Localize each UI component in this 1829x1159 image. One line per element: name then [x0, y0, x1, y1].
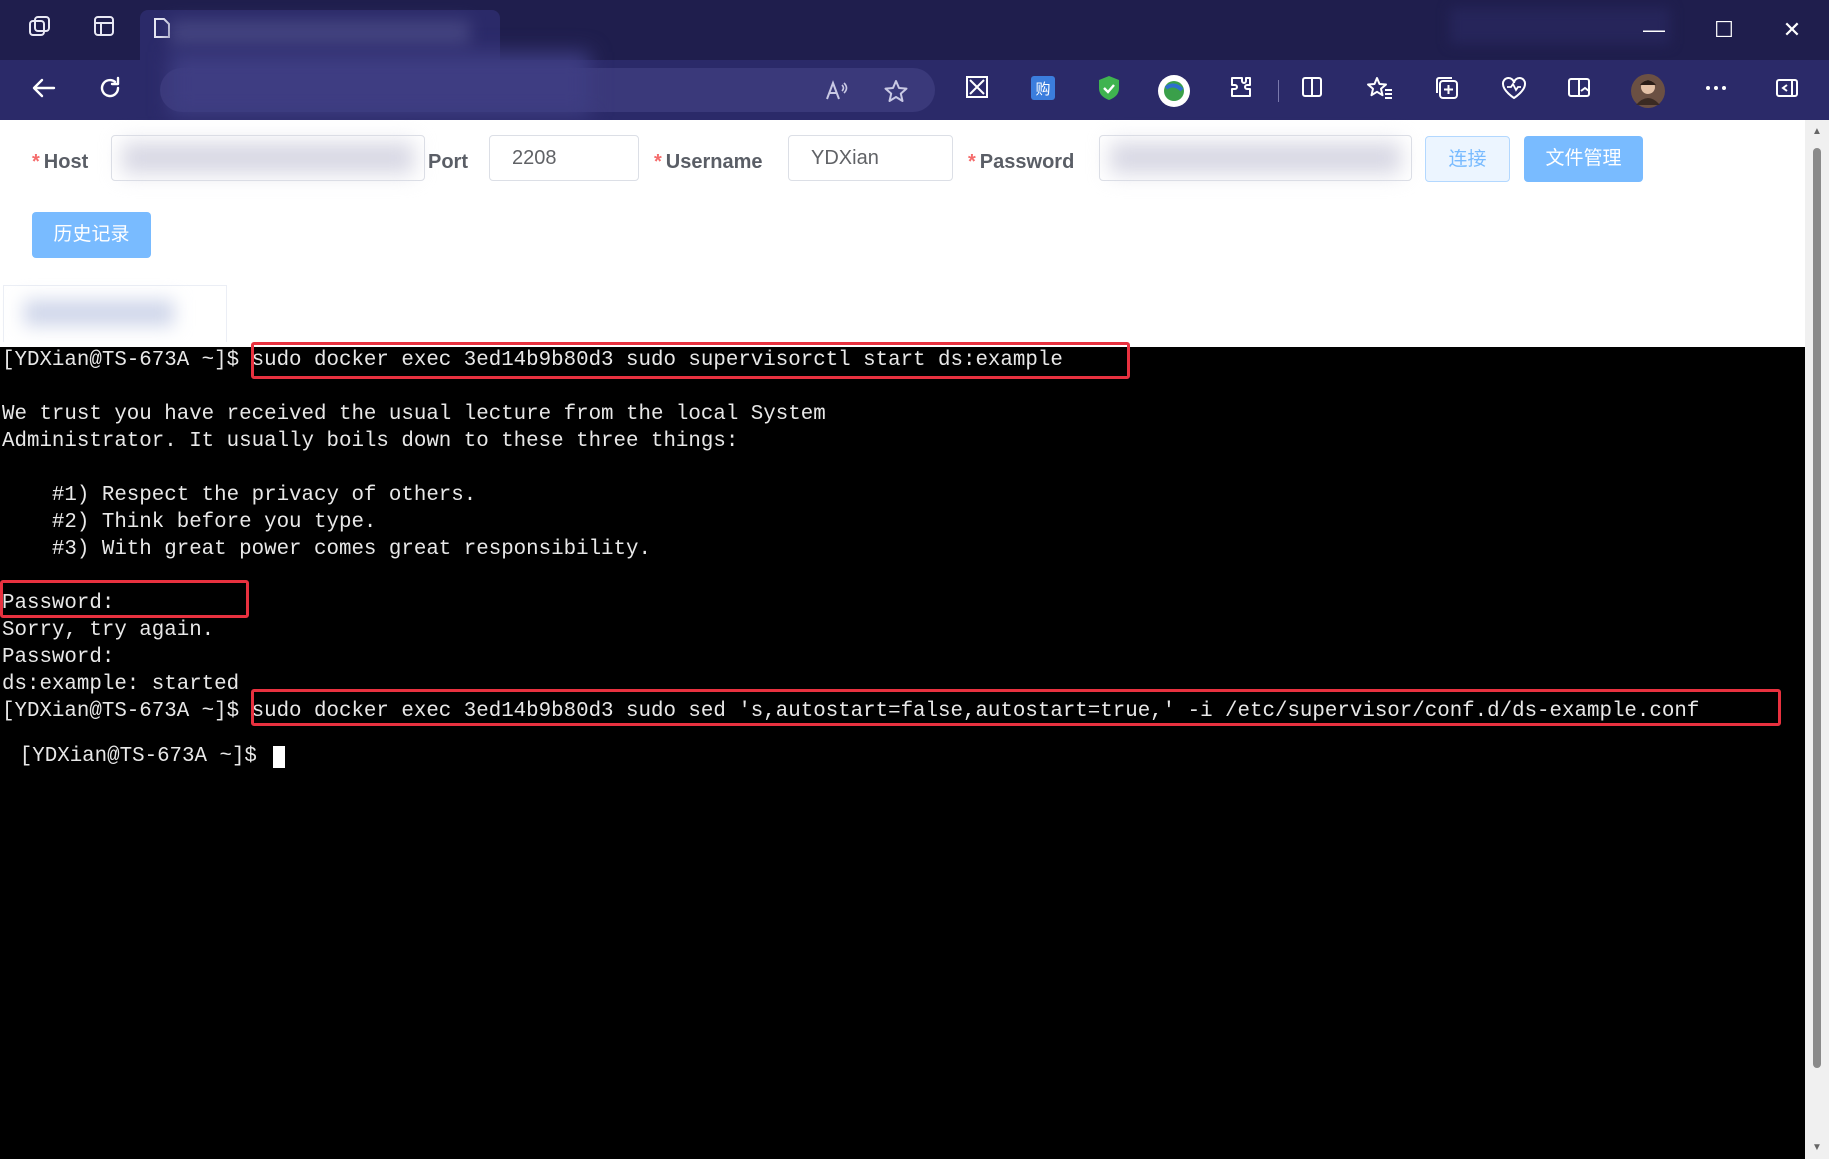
blurred-host-value — [122, 142, 414, 174]
port-input[interactable]: 2208 — [489, 135, 639, 181]
terminal-line: ds:example: started — [2, 673, 240, 696]
extensions-puzzle-icon[interactable] — [1224, 74, 1258, 108]
history-button[interactable]: 历史记录 — [32, 212, 151, 258]
terminal-line: Password: — [2, 646, 115, 669]
username-input[interactable]: YDXian — [788, 135, 953, 181]
terminal-prompt-line: [YDXian@TS-673A ~]$ — [2, 725, 286, 768]
required-mark: * — [654, 151, 662, 173]
terminal-cursor — [273, 745, 286, 768]
browser-essentials-icon[interactable] — [1497, 74, 1531, 108]
back-icon[interactable] — [27, 74, 61, 108]
minimize-button[interactable]: — — [1634, 12, 1674, 48]
education-icon[interactable] — [1562, 74, 1596, 108]
host-label: * Host — [32, 151, 89, 173]
browser-toolbar: 购 — [0, 52, 1829, 120]
globe-extension-icon[interactable] — [1157, 74, 1191, 108]
browser-titlebar: — ☐ ✕ — [0, 0, 1829, 60]
terminal-line: #1) Respect the privacy of others. — [2, 484, 477, 507]
username-label: * Username — [654, 151, 763, 173]
shield-extension-icon[interactable] — [1092, 74, 1126, 108]
more-options-icon[interactable] — [1699, 74, 1733, 108]
workspaces-icon[interactable] — [24, 14, 56, 46]
shopping-extension-icon[interactable]: 购 — [1026, 74, 1060, 108]
blurred-session-tab-label — [24, 300, 174, 326]
sidebar-toggle-icon[interactable] — [1770, 74, 1804, 108]
blurred-password-value — [1110, 142, 1401, 174]
terminal-line: [YDXian@TS-673A ~]$ — [19, 745, 270, 768]
terminal-line: We trust you have received the usual lec… — [2, 403, 826, 426]
address-bar[interactable] — [160, 52, 935, 116]
page-scrollbar[interactable]: ▲ ▼ — [1805, 120, 1829, 1159]
password-label: * Password — [968, 151, 1075, 173]
favorite-star-icon[interactable] — [883, 78, 909, 104]
session-tab[interactable] — [3, 285, 227, 342]
refresh-icon[interactable] — [93, 74, 127, 108]
scroll-thumb[interactable] — [1813, 148, 1821, 1068]
split-screen-icon[interactable] — [1295, 74, 1329, 108]
terminal-line: Administrator. It usually boils down to … — [2, 430, 739, 453]
highlight-box-command-1 — [251, 342, 1130, 379]
highlight-box-password — [0, 580, 249, 618]
collections-icon[interactable] — [1430, 74, 1464, 108]
close-button[interactable]: ✕ — [1772, 12, 1812, 48]
toolbar-separator — [1278, 80, 1279, 102]
port-label: Port — [428, 151, 468, 173]
terminal-line: #2) Think before you type. — [2, 511, 377, 534]
read-aloud-icon[interactable] — [823, 78, 849, 104]
terminal-line: Sorry, try again. — [2, 619, 215, 642]
scroll-up-arrow-icon[interactable]: ▲ — [1809, 126, 1825, 137]
terminal-line: #3) With great power comes great respons… — [2, 538, 651, 561]
connect-button[interactable]: 连接 — [1425, 136, 1510, 182]
screenshot-extension-icon[interactable] — [960, 74, 994, 108]
host-input[interactable] — [111, 135, 425, 181]
tab-actions-icon[interactable] — [88, 14, 120, 46]
maximize-button[interactable]: ☐ — [1704, 12, 1744, 48]
file-manager-button[interactable]: 文件管理 — [1524, 136, 1643, 182]
required-mark: * — [32, 151, 40, 173]
svg-text:购: 购 — [1035, 80, 1050, 98]
terminal[interactable]: [YDXian@TS-673A ~]$ sudo docker exec 3ed… — [0, 342, 1805, 1159]
highlight-box-command-2 — [251, 689, 1781, 726]
password-input[interactable] — [1099, 135, 1412, 181]
blurred-tab-title — [170, 20, 470, 46]
favorites-icon[interactable] — [1363, 74, 1397, 108]
scroll-down-arrow-icon[interactable]: ▼ — [1809, 1142, 1825, 1153]
required-mark: * — [968, 151, 976, 173]
profile-avatar[interactable] — [1630, 73, 1666, 109]
blurred-url — [170, 52, 590, 116]
